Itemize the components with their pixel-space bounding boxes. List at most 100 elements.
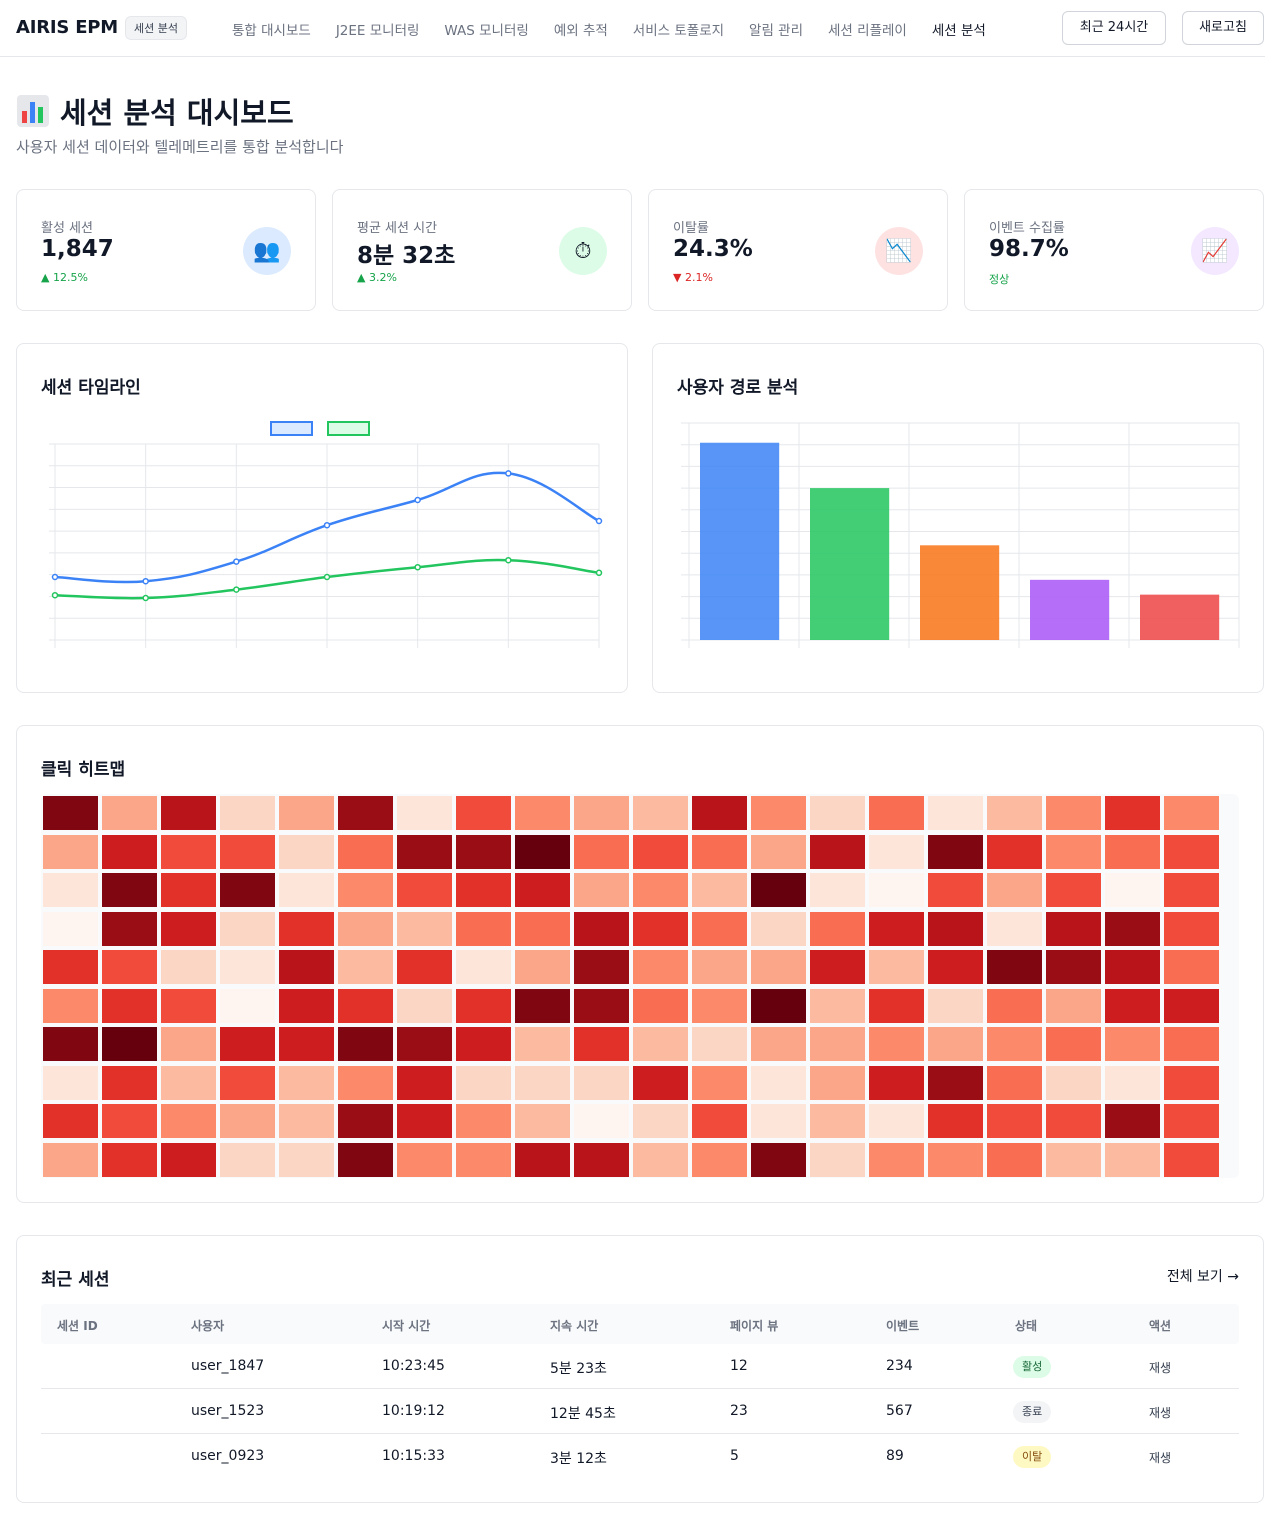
- heatmap-cell[interactable]: [987, 1104, 1042, 1138]
- data-point[interactable]: [323, 521, 331, 529]
- heatmap-cell[interactable]: [574, 796, 629, 830]
- column-header-duration[interactable]: 지속 시간: [550, 1317, 598, 1334]
- heatmap-cell[interactable]: [397, 950, 452, 984]
- heatmap-cell[interactable]: [987, 796, 1042, 830]
- column-header-page-views[interactable]: 페이지 뷰: [730, 1317, 778, 1334]
- heatmap-cell[interactable]: [161, 950, 216, 984]
- heatmap-cell[interactable]: [751, 1104, 806, 1138]
- heatmap-cell[interactable]: [574, 1065, 629, 1100]
- heatmap-cell[interactable]: [279, 1142, 334, 1177]
- heatmap-cell[interactable]: [1164, 1065, 1219, 1100]
- heatmap-cell[interactable]: [220, 1142, 275, 1177]
- heatmap-cell[interactable]: [810, 988, 865, 1023]
- heatmap-cell[interactable]: [1164, 1027, 1219, 1061]
- heatmap-cell[interactable]: [1046, 988, 1101, 1023]
- replay-button[interactable]: 재생: [1149, 1404, 1171, 1421]
- heatmap-cell[interactable]: [633, 911, 688, 946]
- heatmap-cell[interactable]: [1164, 950, 1219, 984]
- refresh-button[interactable]: 새로고침: [1182, 11, 1264, 45]
- data-point[interactable]: [414, 496, 421, 504]
- heatmap-cell[interactable]: [161, 796, 216, 830]
- table-row[interactable]: user_1523 10:19:12 12분 45초 23 567 종료 재생: [41, 1389, 1239, 1434]
- heatmap-cell[interactable]: [987, 950, 1042, 984]
- heatmap-cell[interactable]: [928, 911, 983, 946]
- heatmap-cell[interactable]: [574, 873, 629, 907]
- heatmap-cell[interactable]: [633, 950, 688, 984]
- view-all-link[interactable]: 전체 보기 →: [1167, 1266, 1239, 1286]
- heatmap-cell[interactable]: [1046, 911, 1101, 946]
- heatmap-cell[interactable]: [279, 911, 334, 946]
- heatmap-cell[interactable]: [1105, 1104, 1160, 1138]
- heatmap-cell[interactable]: [338, 1142, 393, 1177]
- heatmap-cell[interactable]: [810, 796, 865, 830]
- bar-2[interactable]: [810, 488, 890, 640]
- heatmap-cell[interactable]: [987, 1142, 1042, 1177]
- heatmap-cell[interactable]: [810, 873, 865, 907]
- nav-link-session-replay[interactable]: 세션 리플레이: [828, 19, 907, 39]
- heatmap-cell[interactable]: [987, 988, 1042, 1023]
- table-row[interactable]: user_0923 10:15:33 3분 12초 5 89 이탈 재생: [41, 1434, 1239, 1479]
- heatmap-cell[interactable]: [220, 950, 275, 984]
- heatmap-cell[interactable]: [1046, 1104, 1101, 1138]
- heatmap-cell[interactable]: [1105, 1142, 1160, 1177]
- heatmap-cell[interactable]: [338, 988, 393, 1023]
- heatmap-cell[interactable]: [515, 988, 570, 1023]
- heatmap-cell[interactable]: [751, 911, 806, 946]
- heatmap-cell[interactable]: [1164, 911, 1219, 946]
- heatmap-cell[interactable]: [102, 834, 157, 869]
- heatmap-cell[interactable]: [692, 873, 747, 907]
- time-range-button[interactable]: 최근 24시간: [1062, 11, 1166, 45]
- heatmap-cell[interactable]: [987, 1027, 1042, 1061]
- heatmap-cell[interactable]: [397, 796, 452, 830]
- heatmap-cell[interactable]: [928, 796, 983, 830]
- heatmap-cell[interactable]: [692, 950, 747, 984]
- heatmap-cell[interactable]: [928, 1104, 983, 1138]
- heatmap-cell[interactable]: [43, 796, 98, 830]
- heatmap-cell[interactable]: [397, 1065, 452, 1100]
- heatmap-cell[interactable]: [515, 873, 570, 907]
- heatmap-cell[interactable]: [161, 988, 216, 1023]
- heatmap-cell[interactable]: [574, 1104, 629, 1138]
- heatmap-cell[interactable]: [338, 1027, 393, 1061]
- heatmap-cell[interactable]: [338, 1104, 393, 1138]
- heatmap-cell[interactable]: [161, 911, 216, 946]
- heatmap-cell[interactable]: [1046, 873, 1101, 907]
- heatmap-cell[interactable]: [633, 873, 688, 907]
- column-header-status[interactable]: 상태: [1015, 1317, 1037, 1334]
- heatmap-cell[interactable]: [161, 1142, 216, 1177]
- column-header-user[interactable]: 사용자: [191, 1317, 224, 1334]
- heatmap-cell[interactable]: [515, 1142, 570, 1177]
- heatmap-cell[interactable]: [515, 950, 570, 984]
- column-header-events[interactable]: 이벤트: [886, 1317, 919, 1334]
- heatmap-cell[interactable]: [279, 834, 334, 869]
- heatmap-cell[interactable]: [810, 950, 865, 984]
- heatmap-cell[interactable]: [161, 873, 216, 907]
- data-point[interactable]: [505, 556, 512, 564]
- heatmap-cell[interactable]: [869, 911, 924, 946]
- heatmap-cell[interactable]: [869, 873, 924, 907]
- heatmap-cell[interactable]: [397, 1104, 452, 1138]
- heatmap-cell[interactable]: [1046, 1027, 1101, 1061]
- heatmap-cell[interactable]: [43, 834, 98, 869]
- heatmap-cell[interactable]: [102, 1065, 157, 1100]
- data-point[interactable]: [414, 563, 421, 571]
- heatmap-cell[interactable]: [751, 873, 806, 907]
- heatmap-cell[interactable]: [869, 1027, 924, 1061]
- heatmap-cell[interactable]: [751, 834, 806, 869]
- heatmap-cell[interactable]: [574, 911, 629, 946]
- heatmap-cell[interactable]: [751, 1065, 806, 1100]
- heatmap-cell[interactable]: [928, 873, 983, 907]
- nav-link-integrated-dashboard[interactable]: 통합 대시보드: [232, 19, 311, 39]
- heatmap-cell[interactable]: [1164, 834, 1219, 869]
- heatmap-cell[interactable]: [338, 834, 393, 869]
- heatmap-cell[interactable]: [456, 1065, 511, 1100]
- heatmap-cell[interactable]: [574, 834, 629, 869]
- heatmap-cell[interactable]: [43, 1104, 98, 1138]
- nav-link-exception-tracking[interactable]: 예외 추적: [554, 19, 608, 39]
- heatmap-cell[interactable]: [574, 988, 629, 1023]
- data-point[interactable]: [51, 573, 59, 581]
- heatmap-cell[interactable]: [1046, 1142, 1101, 1177]
- heatmap-cell[interactable]: [338, 873, 393, 907]
- heatmap-cell[interactable]: [869, 1065, 924, 1100]
- heatmap-cell[interactable]: [928, 834, 983, 869]
